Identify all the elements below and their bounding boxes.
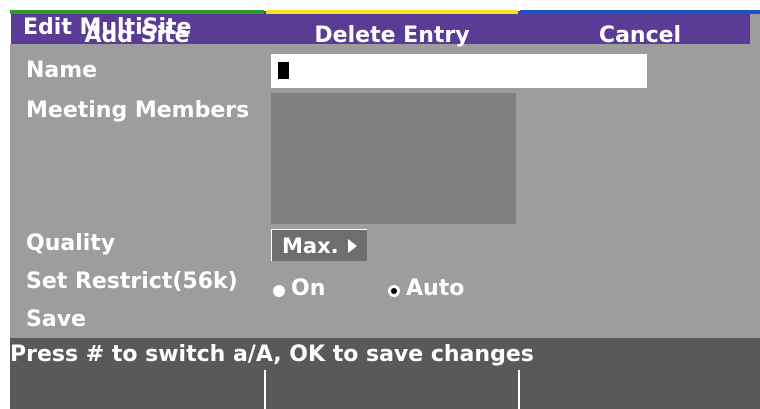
delete-entry-button[interactable]: Delete Entry [266, 10, 518, 49]
text-cursor [278, 62, 289, 79]
add-site-button[interactable]: Add Site [10, 10, 264, 49]
softkey-divider [518, 370, 520, 409]
quality-label: Quality [26, 231, 116, 256]
status-text: Press # to switch a/A, OK to save change… [10, 342, 534, 367]
softkey-bar [10, 370, 760, 409]
edit-multisite-dialog: Edit MultiSite Name Meeting Members Qual… [10, 10, 760, 409]
name-label: Name [26, 58, 98, 83]
cancel-label: Cancel [598, 23, 682, 48]
save-label[interactable]: Save [26, 307, 86, 332]
quality-value: Max. [282, 234, 339, 258]
softkey-divider [264, 370, 266, 409]
meeting-members-label: Meeting Members [26, 98, 250, 123]
set-restrict-label: Set Restrict(56k) [26, 269, 238, 294]
quality-select[interactable]: Max. [271, 229, 367, 261]
triangle-right-icon [348, 239, 357, 253]
delete-entry-label: Delete Entry [314, 23, 470, 48]
meeting-members-list[interactable] [271, 93, 516, 224]
name-input[interactable] [271, 54, 647, 88]
radio-checked-icon [388, 285, 400, 297]
restrict-on-label: On [291, 276, 326, 301]
add-site-label: Add Site [84, 23, 190, 48]
radio-unchecked-icon [273, 285, 285, 297]
status-bar: Press # to switch a/A, OK to save change… [10, 338, 760, 370]
restrict-auto-label: Auto [406, 276, 465, 301]
cancel-button[interactable]: Cancel [520, 10, 760, 49]
